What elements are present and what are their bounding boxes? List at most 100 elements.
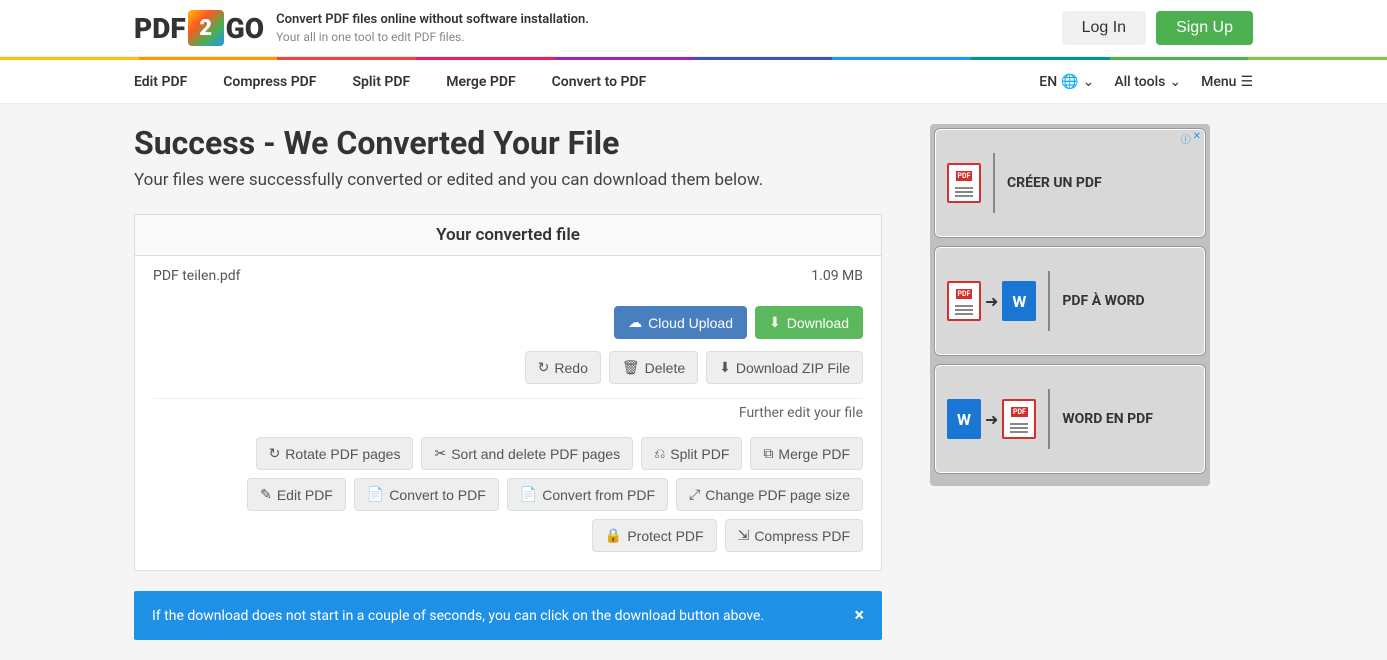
logo-go: GO xyxy=(226,12,264,45)
globe-icon: 🌐 xyxy=(1061,74,1078,90)
tagline-sub: Your all in one tool to edit PDF files. xyxy=(276,29,589,46)
sort-delete-button[interactable]: ✂Sort and delete PDF pages xyxy=(421,437,633,470)
tool-grid: ↻Rotate PDF pages ✂Sort and delete PDF p… xyxy=(135,427,881,570)
nav-edit-pdf[interactable]: Edit PDF xyxy=(134,62,187,102)
pdf-icon xyxy=(1002,399,1036,439)
delete-button[interactable]: 🗑 Delete xyxy=(609,351,698,384)
alert-text: If the download does not start in a coup… xyxy=(152,608,764,624)
nav-links: Edit PDF Compress PDF Split PDF Merge PD… xyxy=(134,62,646,102)
chevron-down-icon: ⌄ xyxy=(1083,74,1095,90)
cloud-upload-button[interactable]: ☁ Cloud Upload xyxy=(614,306,747,339)
redo-icon: ↻ xyxy=(538,359,550,376)
secondary-actions: ↻ Redo 🗑 Delete ⬇ Download ZIP File xyxy=(135,345,881,398)
alltools-label: All tools xyxy=(1114,74,1165,90)
menu-label: Menu xyxy=(1201,74,1236,90)
download-icon: ⬇ xyxy=(769,314,781,331)
header-actions: Log In Sign Up xyxy=(1062,11,1253,45)
pdf-icon xyxy=(947,163,981,203)
download-zip-button[interactable]: ⬇ Download ZIP File xyxy=(706,351,863,384)
download-button[interactable]: ⬇ Download xyxy=(755,306,863,339)
card-header: Your converted file xyxy=(135,215,881,256)
ad-text: PDF À WORD xyxy=(1062,293,1144,309)
nav-bar: Edit PDF Compress PDF Split PDF Merge PD… xyxy=(0,60,1387,104)
arrow-icon: ➜ xyxy=(985,292,998,311)
further-edit-label: Further edit your file xyxy=(153,398,863,427)
change-size-button[interactable]: ⤢Change PDF page size xyxy=(676,478,863,511)
arrow-icon: ➜ xyxy=(985,410,998,429)
rotate-pdf-button[interactable]: ↻Rotate PDF pages xyxy=(256,437,414,470)
ad-text: WORD EN PDF xyxy=(1062,411,1153,427)
file-row: PDF teilen.pdf 1.09 MB xyxy=(135,256,881,296)
nav-right: EN 🌐 ⌄ All tools ⌄ Menu ☰ xyxy=(1039,74,1253,90)
cloud-upload-label: Cloud Upload xyxy=(648,315,733,331)
logo-image: PDF 2 GO xyxy=(134,10,264,46)
nav-compress-pdf[interactable]: Compress PDF xyxy=(223,62,316,102)
file-icon: 📄 xyxy=(367,486,384,503)
rotate-icon: ↻ xyxy=(269,445,281,462)
delete-label: Delete xyxy=(645,360,685,376)
compress-pdf-button[interactable]: ⇲Compress PDF xyxy=(725,519,863,552)
file-size: 1.09 MB xyxy=(811,268,863,284)
merge-icon: ⧉ xyxy=(763,445,773,462)
container: Success - We Converted Your File Your fi… xyxy=(0,104,1387,660)
hamburger-icon: ☰ xyxy=(1240,74,1253,90)
logo[interactable]: PDF 2 GO Convert PDF files online withou… xyxy=(134,10,589,46)
split-pdf-button[interactable]: ⎌Split PDF xyxy=(641,437,742,470)
resize-icon: ⤢ xyxy=(689,486,700,503)
primary-actions: ☁ Cloud Upload ⬇ Download xyxy=(135,296,881,345)
signup-button[interactable]: Sign Up xyxy=(1156,11,1253,45)
merge-pdf-button[interactable]: ⧉Merge PDF xyxy=(750,437,863,470)
menu-toggle[interactable]: Menu ☰ xyxy=(1201,74,1253,90)
compress-icon: ⇲ xyxy=(738,527,750,544)
all-tools-dropdown[interactable]: All tools ⌄ xyxy=(1114,74,1181,90)
alert-close-button[interactable]: × xyxy=(854,605,864,626)
file-icon: 📄 xyxy=(520,486,537,503)
logo-pdf: PDF xyxy=(134,12,186,45)
ad-icons: ➜ xyxy=(947,389,1050,449)
download-icon: ⬇ xyxy=(719,359,731,376)
rainbow-bar xyxy=(0,57,1387,60)
trash-icon: 🗑 xyxy=(622,359,640,376)
ad-card[interactable]: ⓘ✕ CRÉER UN PDF xyxy=(934,128,1206,238)
word-icon xyxy=(947,399,981,439)
word-icon xyxy=(1002,281,1036,321)
lock-icon: 🔒 xyxy=(605,527,622,544)
tagline: Convert PDF files online without softwar… xyxy=(276,11,589,46)
download-zip-label: Download ZIP File xyxy=(736,360,850,376)
tagline-main: Convert PDF files online without softwar… xyxy=(276,11,589,29)
ad-icons xyxy=(947,153,995,213)
ad-info-icon[interactable]: ⓘ✕ xyxy=(1181,131,1201,146)
sidebar-ads: ⓘ✕ CRÉER UN PDF ➜ PDF À WORD ➜ WORD EN P… xyxy=(930,124,1210,486)
download-label: Download xyxy=(787,315,849,331)
lang-selector[interactable]: EN 🌐 ⌄ xyxy=(1039,74,1094,90)
cloud-icon: ☁ xyxy=(628,314,642,331)
ad-text: CRÉER UN PDF xyxy=(1007,175,1102,191)
nav-convert-to-pdf[interactable]: Convert to PDF xyxy=(552,62,647,102)
scissors-icon: ✂ xyxy=(434,445,446,462)
redo-label: Redo xyxy=(554,360,587,376)
logo-2-icon: 2 xyxy=(188,10,224,46)
edit-icon: ✎ xyxy=(260,486,272,503)
ad-icons: ➜ xyxy=(947,271,1050,331)
header: PDF 2 GO Convert PDF files online withou… xyxy=(0,0,1387,57)
file-name: PDF teilen.pdf xyxy=(153,268,811,284)
split-icon: ⎌ xyxy=(654,445,665,462)
chevron-down-icon: ⌄ xyxy=(1169,74,1181,90)
download-alert: If the download does not start in a coup… xyxy=(134,591,882,640)
redo-button[interactable]: ↻ Redo xyxy=(525,351,601,384)
file-card: Your converted file PDF teilen.pdf 1.09 … xyxy=(134,214,882,571)
nav-split-pdf[interactable]: Split PDF xyxy=(353,62,411,102)
pdf-icon xyxy=(947,281,981,321)
login-button[interactable]: Log In xyxy=(1062,11,1146,45)
nav-merge-pdf[interactable]: Merge PDF xyxy=(446,62,515,102)
page-subtitle: Your files were successfully converted o… xyxy=(134,170,882,190)
protect-pdf-button[interactable]: 🔒Protect PDF xyxy=(592,519,717,552)
edit-pdf-button[interactable]: ✎Edit PDF xyxy=(247,478,346,511)
convert-from-pdf-button[interactable]: 📄Convert from PDF xyxy=(507,478,668,511)
convert-to-pdf-button[interactable]: 📄Convert to PDF xyxy=(354,478,499,511)
ad-card[interactable]: ➜ PDF À WORD xyxy=(934,246,1206,356)
page-title: Success - We Converted Your File xyxy=(134,124,882,162)
main-content: Success - We Converted Your File Your fi… xyxy=(134,124,882,640)
lang-label: EN xyxy=(1039,74,1057,90)
ad-card[interactable]: ➜ WORD EN PDF xyxy=(934,364,1206,474)
